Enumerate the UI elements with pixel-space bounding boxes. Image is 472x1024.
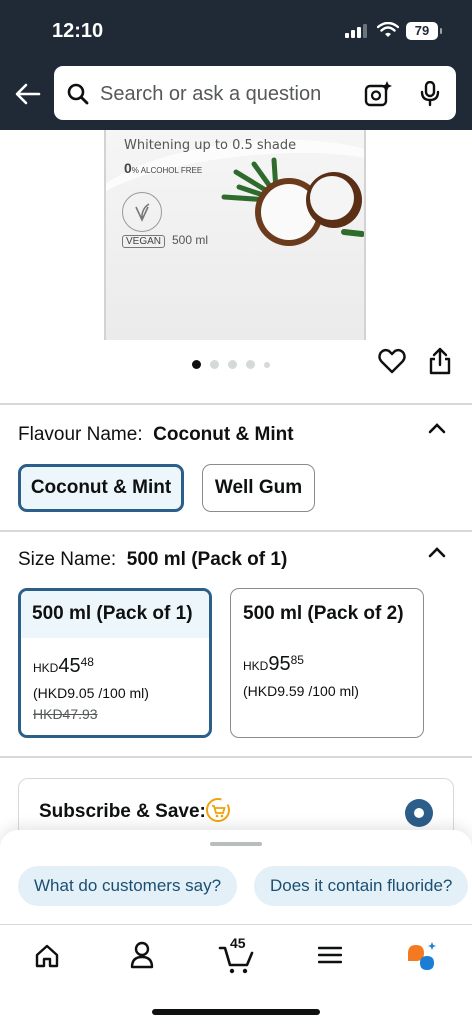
carousel-dot[interactable] <box>246 360 255 370</box>
size-option-name: 500 ml (Pack of 2) <box>243 603 404 624</box>
section-divider <box>0 530 472 532</box>
subscribe-cart-icon <box>206 798 230 822</box>
product-image[interactable]: Whitening up to 0.5 shade 0% ALCOHOL FRE… <box>0 130 472 340</box>
suggestion-chip[interactable]: What do customers say? <box>18 866 238 906</box>
wifi-icon <box>377 22 399 37</box>
unit-price: (HKD9.05 /100 ml) <box>33 685 149 701</box>
was-price: HKD47.93 <box>33 706 98 722</box>
flavour-option-coconut-mint[interactable]: Coconut & Mint <box>18 464 184 512</box>
search-bar[interactable]: Search or ask a question <box>54 66 456 120</box>
bottle-volume: 500 ml <box>172 233 209 247</box>
vegan-leaf-icon <box>122 192 162 232</box>
subscribe-radio-selected[interactable] <box>405 799 433 827</box>
carousel-dot[interactable] <box>264 361 270 368</box>
size-option-name: 500 ml (Pack of 1) <box>21 591 209 638</box>
account-icon[interactable] <box>130 941 154 969</box>
carousel-dot[interactable] <box>192 360 201 370</box>
section-divider <box>0 403 472 405</box>
suggestion-chip[interactable]: Does it contain fluoride? <box>254 866 469 906</box>
size-label: Size Name: 500 ml (Pack of 1) <box>18 549 288 570</box>
home-indicator <box>152 1009 320 1015</box>
flavour-option-well-gum[interactable]: Well Gum <box>202 464 315 512</box>
bottom-tab-bar: 45 <box>0 924 472 1024</box>
mouthwash-bottle-image: Whitening up to 0.5 shade 0% ALCOHOL FRE… <box>104 130 366 340</box>
image-carousel-dots[interactable] <box>192 356 279 374</box>
status-bar: 12:10 79 <box>0 0 472 62</box>
chevron-up-icon[interactable] <box>428 422 446 434</box>
camera-lens-icon[interactable] <box>364 81 392 107</box>
size-option-pack-of-1[interactable]: 500 ml (Pack of 1) HKD4548 (HKD9.05 /100… <box>18 588 212 738</box>
chevron-up-icon[interactable] <box>428 546 446 558</box>
menu-icon[interactable] <box>318 945 342 965</box>
rufus-icon[interactable] <box>406 941 440 973</box>
sheet-grabber[interactable] <box>210 842 262 846</box>
search-icon <box>67 83 89 105</box>
alcohol-free-badge: 0% ALCOHOL FREE <box>124 160 203 176</box>
section-divider <box>0 756 472 758</box>
subscribe-save-title: Subscribe & Save: <box>39 801 206 822</box>
carousel-dot[interactable] <box>228 360 237 370</box>
price: HKD9585 <box>243 653 304 675</box>
cellular-signal-icon <box>345 24 367 38</box>
unit-price: (HKD9.59 /100 ml) <box>243 683 359 699</box>
back-arrow-icon[interactable] <box>14 80 42 108</box>
flavour-label: Flavour Name: Coconut & Mint <box>18 424 294 445</box>
share-icon[interactable] <box>428 346 452 376</box>
price: HKD4548 <box>33 655 94 677</box>
carousel-dot[interactable] <box>210 360 219 370</box>
coconut-illustration <box>221 157 364 246</box>
vegan-badge: VEGAN <box>122 235 166 248</box>
home-icon[interactable] <box>34 943 60 969</box>
rufus-suggestions-sheet: What do customers say? Does it contain f… <box>0 830 472 930</box>
search-input[interactable]: Search or ask a question <box>100 83 321 106</box>
cart-icon[interactable] <box>218 945 254 975</box>
battery-indicator: 79 <box>406 22 442 40</box>
microphone-icon[interactable] <box>420 81 440 107</box>
size-option-pack-of-2[interactable]: 500 ml (Pack of 2) HKD9585 (HKD9.59 /100… <box>230 588 424 738</box>
wishlist-heart-icon[interactable] <box>378 348 406 374</box>
status-time: 12:10 <box>52 20 104 42</box>
search-header: Search or ask a question <box>0 62 472 130</box>
